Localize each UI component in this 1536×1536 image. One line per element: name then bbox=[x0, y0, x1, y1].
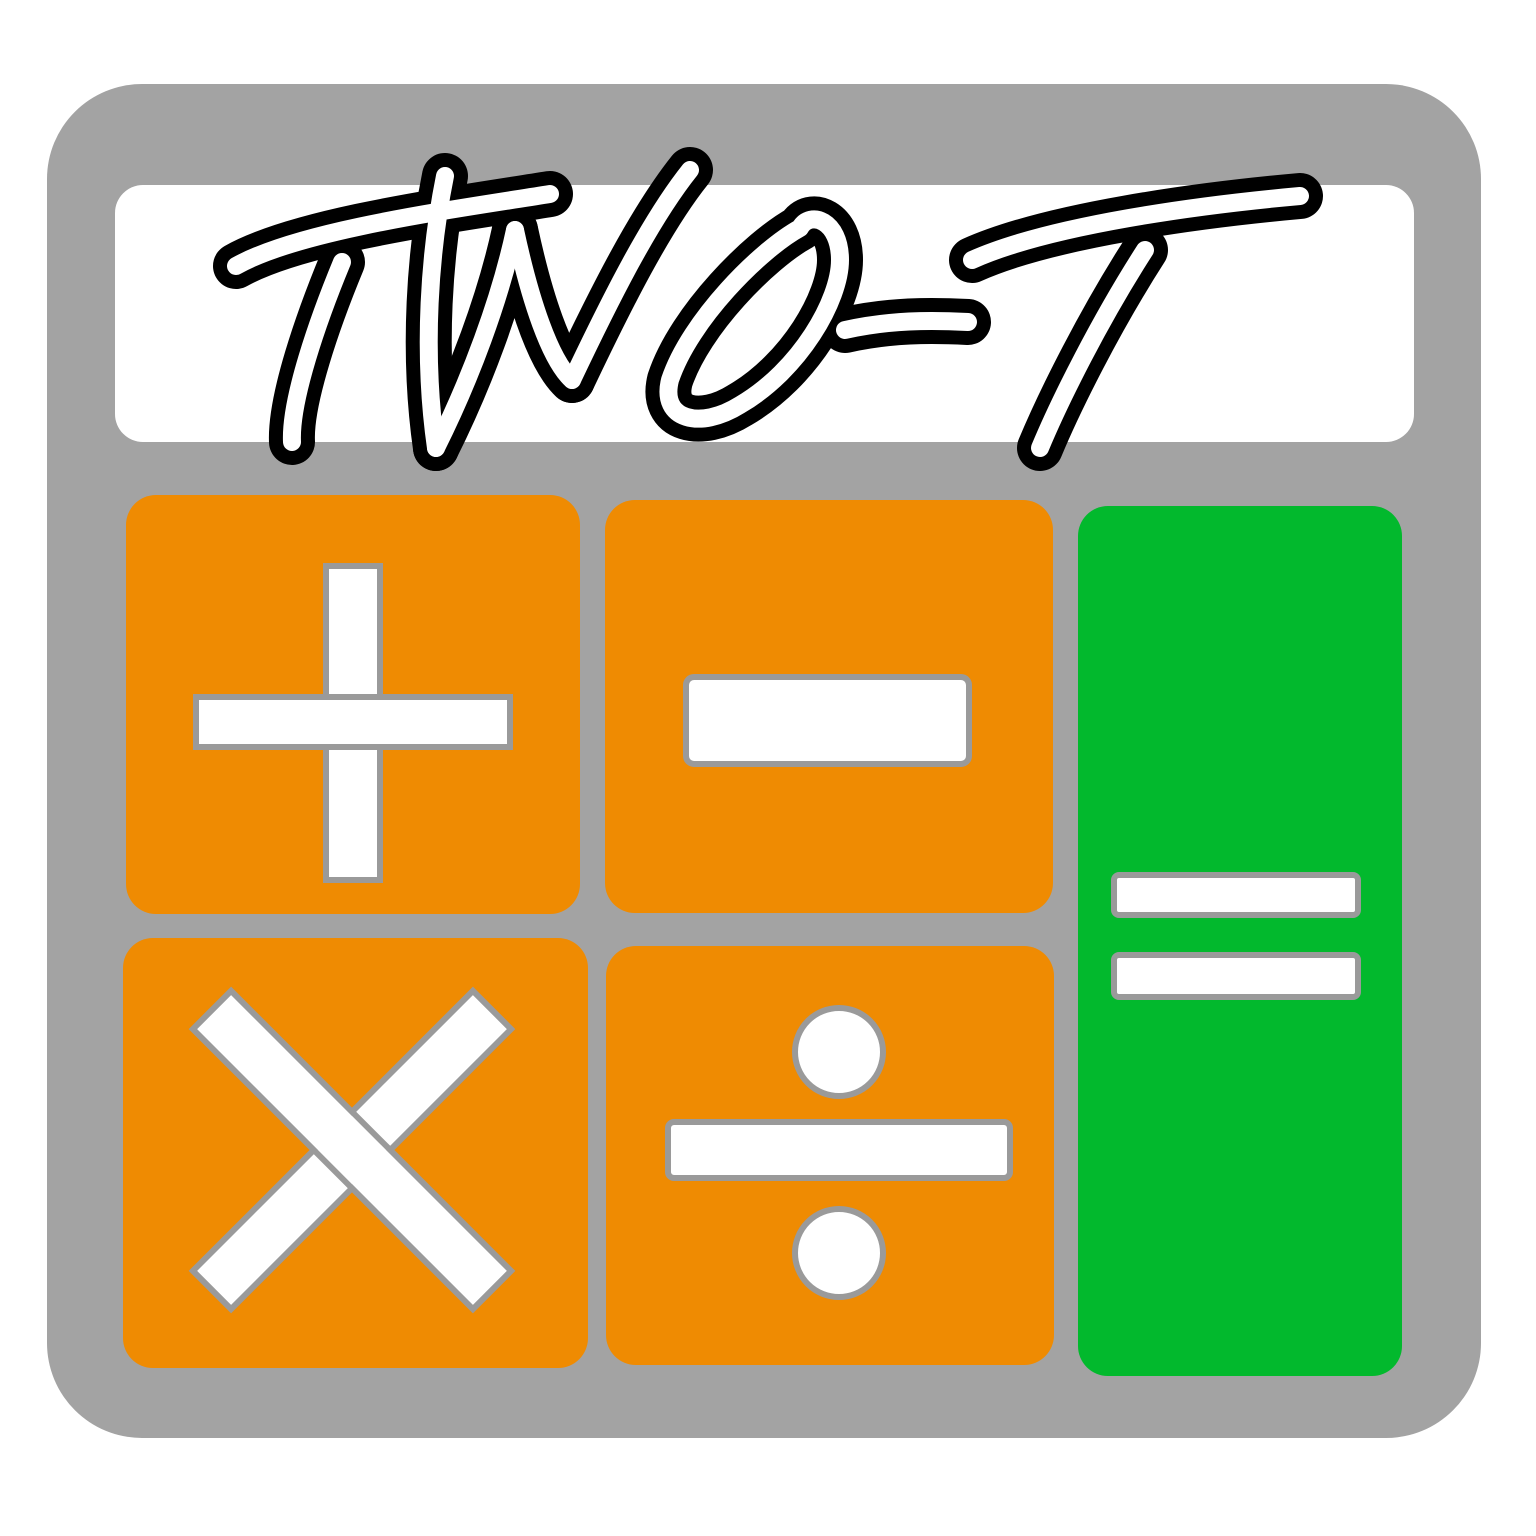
multiply-key[interactable] bbox=[72, 870, 632, 1430]
equals-key[interactable] bbox=[1078, 506, 1402, 1376]
minus-key[interactable] bbox=[605, 500, 1053, 913]
plus-key[interactable] bbox=[126, 495, 580, 914]
minus-icon bbox=[683, 674, 972, 767]
calculator-app-icon bbox=[47, 84, 1481, 1438]
divide-key[interactable] bbox=[606, 946, 1054, 1365]
